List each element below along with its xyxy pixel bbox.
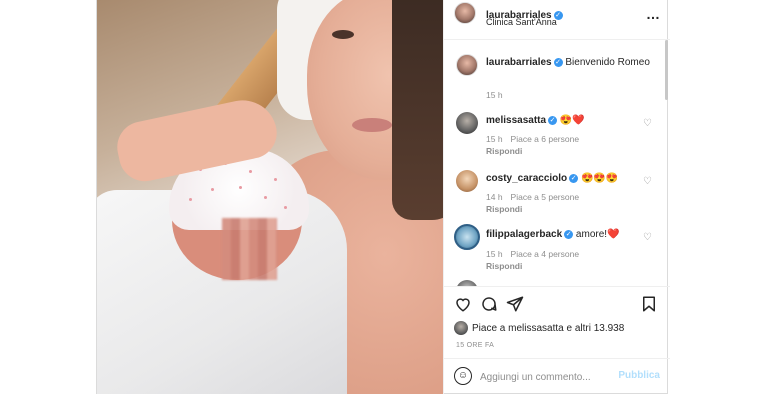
comments-scrollbar[interactable] xyxy=(665,40,668,100)
verified-badge-icon: ✓ xyxy=(553,58,563,67)
like-comment-heart-icon[interactable]: ♡ xyxy=(643,176,652,187)
post-photo[interactable] xyxy=(97,0,443,394)
avatar-costy-caracciolo[interactable] xyxy=(456,170,478,192)
avatar-filippalagerback[interactable] xyxy=(454,224,480,250)
avatar-laurabarriales[interactable] xyxy=(456,54,478,76)
like-heart-icon[interactable] xyxy=(454,295,472,318)
caption-time: 15 h xyxy=(486,90,503,100)
verified-badge-icon: ✓ xyxy=(569,174,579,183)
comment-text-wrap: costy_caracciolo ✓ 😍😍😍 xyxy=(486,173,618,184)
verified-badge-icon: ✓ xyxy=(564,230,574,239)
like-comment-heart-icon[interactable]: ♡ xyxy=(643,232,652,243)
avatar-melissasatta[interactable] xyxy=(456,112,478,134)
comment-text-wrap: melissasatta ✓ 😍❤️ xyxy=(486,115,585,126)
comment-likes[interactable]: Piace a 5 persone xyxy=(511,192,580,202)
verified-badge-icon: ✓ xyxy=(548,116,558,125)
post-side-panel: laurabarriales ✓ Clinica Sant'Anna … laur… xyxy=(443,0,670,394)
comment-username[interactable]: melissasatta xyxy=(486,115,546,126)
comments-list: laurabarriales ✓ Bienvenido Romeo 15 h me… xyxy=(444,40,670,286)
comment-likes[interactable]: Piace a 6 persone xyxy=(511,134,580,144)
instagram-post: laurabarriales ✓ Clinica Sant'Anna … laur… xyxy=(96,0,670,394)
eye-left xyxy=(332,30,354,39)
like-comment-heart-icon[interactable]: ♡ xyxy=(643,118,652,129)
caption-text: Bienvenido Romeo xyxy=(565,57,650,68)
caption-username[interactable]: laurabarriales xyxy=(486,57,552,68)
comment-time: 15 h xyxy=(486,134,503,144)
pixelated-face xyxy=(222,218,277,280)
reply-button[interactable]: Rispondi xyxy=(486,261,522,271)
publish-button[interactable]: Pubblica xyxy=(618,370,660,381)
post-actions: Piace a melissasatta e altri 13.938 15 O… xyxy=(444,286,670,358)
bookmark-save-icon[interactable] xyxy=(640,295,658,318)
add-comment-bar: ☺ Pubblica xyxy=(444,358,670,394)
comment-meta: 15 h Piace a 6 persone xyxy=(486,134,587,144)
more-options-icon[interactable]: … xyxy=(646,6,660,22)
emoji-smile-icon[interactable]: ☺ xyxy=(454,367,472,385)
comment-likes[interactable]: Piace a 4 persone xyxy=(511,249,580,259)
lips xyxy=(352,118,392,132)
post-date[interactable]: 15 ORE FA xyxy=(456,342,494,349)
comment-text: amore!❤️ xyxy=(575,229,620,240)
liked-by-text[interactable]: Piace a melissasatta e altri 13.938 xyxy=(472,323,624,334)
liked-by-avatar[interactable] xyxy=(454,321,468,335)
comment-text: 😍❤️ xyxy=(559,115,585,126)
caption-text-wrap: laurabarriales ✓ Bienvenido Romeo xyxy=(486,57,656,68)
share-send-icon[interactable] xyxy=(506,295,524,318)
avatar-laurabarriales[interactable] xyxy=(454,2,476,24)
comment-text: 😍😍😍 xyxy=(580,173,619,184)
reply-button[interactable]: Rispondi xyxy=(486,146,522,156)
comment-username[interactable]: filippalagerback xyxy=(486,229,562,240)
comment-bubble-icon[interactable] xyxy=(480,295,498,318)
comment-input[interactable] xyxy=(480,369,610,385)
post-header: laurabarriales ✓ Clinica Sant'Anna … xyxy=(444,0,670,40)
reply-button[interactable]: Rispondi xyxy=(486,204,522,214)
comment-time: 15 h xyxy=(486,249,503,259)
mother-hair xyxy=(392,0,443,220)
comment-meta: 15 h Piace a 4 persone xyxy=(486,249,587,259)
header-location[interactable]: Clinica Sant'Anna xyxy=(486,17,557,27)
comment-time: 14 h xyxy=(486,192,503,202)
comment-text-wrap: filippalagerback ✓ amore!❤️ xyxy=(486,229,620,240)
comment-meta: 14 h Piace a 5 persone xyxy=(486,192,587,202)
comment-username[interactable]: costy_caracciolo xyxy=(486,173,567,184)
